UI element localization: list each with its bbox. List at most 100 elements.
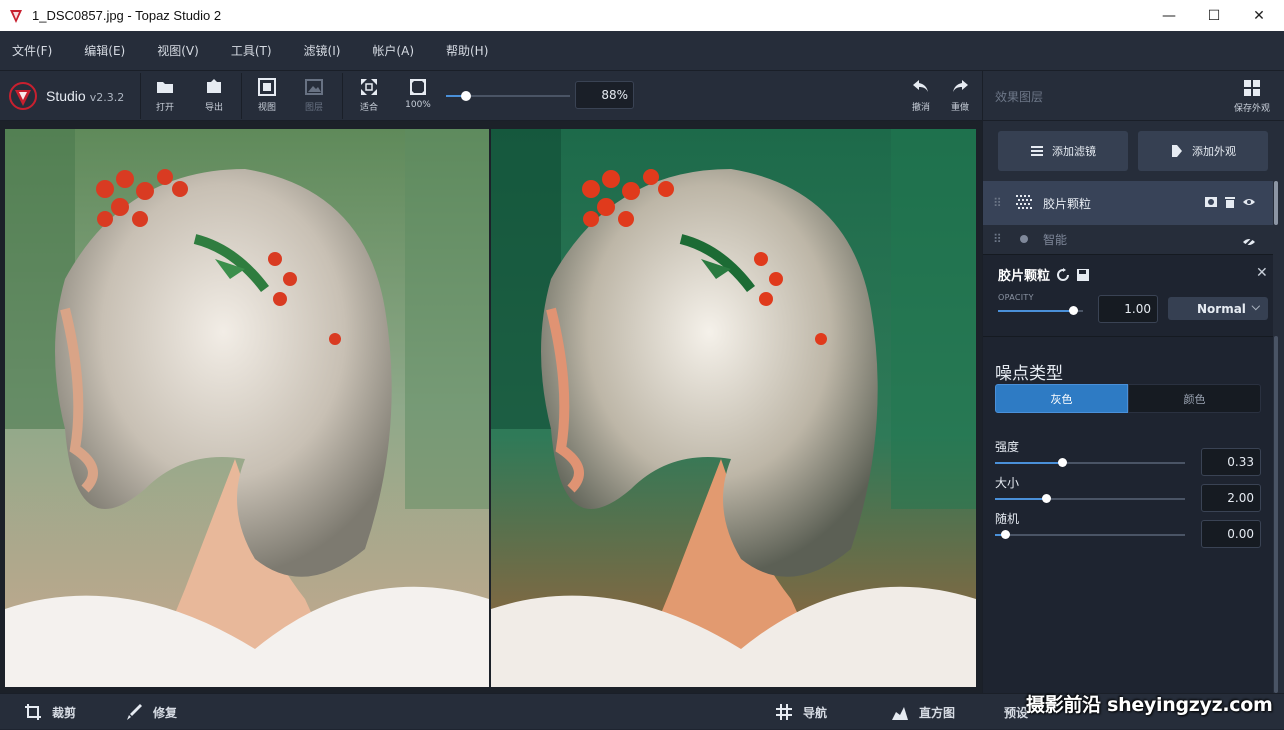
random-value-field[interactable]: 0.00 (1201, 520, 1261, 548)
redo-button[interactable]: 重做 (940, 77, 980, 113)
noise-type-title: 噪点类型 (995, 364, 1063, 384)
strength-slider-knob[interactable] (1058, 458, 1067, 467)
opacity-slider-fill (998, 310, 1073, 312)
blend-mode-select[interactable]: Normal ⌵ (1168, 297, 1268, 320)
folder-icon (157, 82, 173, 93)
opacity-label: OPACITY (998, 293, 1034, 302)
layer-item-second[interactable]: ⠿ 智能 (983, 225, 1273, 253)
portrait-photo-before (5, 129, 489, 687)
filter-title-label: 胶片颗粒 (998, 269, 1051, 284)
save-icon[interactable] (1076, 268, 1090, 282)
brand-name: Studio (46, 88, 86, 104)
title-bar: 1_DSC0857.jpg - Topaz Studio 2 — ☐ ✕ (0, 0, 1284, 31)
preset-button[interactable]: 预设 (1004, 694, 1028, 730)
drag-handle-icon[interactable]: ⠿ (993, 232, 1007, 246)
reset-icon[interactable] (1056, 267, 1070, 282)
zoom-value-field[interactable]: 88% (575, 81, 634, 109)
layer-icon (1020, 235, 1028, 243)
undo-button[interactable]: 撤消 (901, 77, 941, 113)
close-window-button[interactable]: ✕ (1236, 0, 1282, 31)
zoom-100-button[interactable]: 100% (398, 77, 438, 110)
brand: Studio v2.3.2 (8, 81, 124, 111)
export-button[interactable]: 导出 (194, 77, 234, 113)
add-filter-label: 添加滤镜 (1052, 145, 1096, 158)
menu-tools[interactable]: 工具(T) (231, 42, 272, 59)
redo-label: 重做 (950, 103, 969, 113)
fit-icon (361, 79, 377, 95)
undo-label: 撤消 (911, 103, 930, 113)
strength-label: 强度 (995, 440, 1020, 454)
watermark-text: 摄影前沿 sheyingzyz.com (1026, 694, 1273, 716)
crop-icon (25, 704, 41, 720)
export-icon (207, 79, 221, 93)
look-icon (1172, 145, 1182, 157)
mask-icon[interactable] (1204, 195, 1218, 209)
open-button[interactable]: 打开 (145, 77, 185, 113)
layers-scrollbar[interactable] (1274, 181, 1278, 225)
zoom-slider-knob[interactable] (461, 91, 471, 101)
toolbar-divider (140, 73, 141, 119)
navigator-button[interactable]: 导航 (775, 694, 827, 730)
minimize-button[interactable]: — (1146, 0, 1192, 31)
eye-icon[interactable] (1242, 195, 1256, 209)
histogram-button[interactable]: 直方图 (891, 694, 955, 730)
histogram-icon (892, 707, 908, 720)
menu-help[interactable]: 帮助(H) (446, 42, 488, 59)
menu-file[interactable]: 文件(F) (12, 42, 52, 59)
random-label: 随机 (995, 512, 1020, 526)
grain-icon (1016, 195, 1032, 209)
menu-view[interactable]: 视图(V) (157, 42, 199, 59)
blend-mode-value: Normal (1197, 301, 1246, 316)
effects-panel: 效果图层 保存外观 添加滤镜 添加外观 ⠿ 胶片颗粒 ⠿ 智能 胶片颗粒 ✕ O… (982, 71, 1284, 693)
chevron-down-icon: ⌵ (1251, 300, 1260, 313)
filter-scrollbar[interactable] (1274, 336, 1278, 693)
close-filter-button[interactable]: ✕ (1256, 265, 1268, 281)
add-look-button[interactable]: 添加外观 (1138, 131, 1268, 171)
view-button[interactable]: 视图 (247, 77, 287, 113)
opacity-value-field[interactable]: 1.00 (1098, 295, 1158, 323)
save-look-button[interactable]: 保存外观 (1229, 79, 1275, 114)
menu-account[interactable]: 帐户(A) (372, 42, 414, 59)
menu-bar: 文件(F) 编辑(E) 视图(V) 工具(T) 滤镜(I) 帐户(A) 帮助(H… (0, 31, 1284, 71)
effects-panel-title: 效果图层 (995, 90, 1044, 104)
toolbar-divider (241, 73, 242, 119)
crop-button[interactable]: 裁剪 (24, 694, 76, 730)
add-filter-button[interactable]: 添加滤镜 (998, 131, 1128, 171)
preset-label: 预设 (1004, 705, 1029, 720)
filter-title: 胶片颗粒 (998, 265, 1090, 284)
histogram-label: 直方图 (919, 705, 956, 720)
strength-slider-fill (995, 462, 1062, 464)
undo-icon (913, 80, 928, 92)
grid-icon (1244, 80, 1260, 96)
fit-button[interactable]: 适合 (349, 77, 389, 113)
version-label: v2.3.2 (89, 90, 125, 104)
noise-gray-toggle[interactable]: 灰色 (995, 384, 1128, 413)
compare-button[interactable]: 图层 (294, 77, 334, 113)
repair-button[interactable]: 修复 (125, 694, 177, 730)
random-slider-knob[interactable] (1001, 530, 1010, 539)
before-image (5, 129, 489, 687)
toolbar-divider (342, 73, 343, 119)
expand-icon (410, 79, 426, 95)
menu-filters[interactable]: 滤镜(I) (304, 42, 341, 59)
menu-edit[interactable]: 编辑(E) (84, 42, 125, 59)
portrait-photo-after (491, 129, 976, 687)
strength-value-field[interactable]: 0.33 (1201, 448, 1261, 476)
maximize-button[interactable]: ☐ (1191, 0, 1237, 31)
add-look-label: 添加外观 (1192, 145, 1236, 158)
eye-off-icon[interactable] (1242, 235, 1256, 249)
after-image (491, 129, 976, 687)
layer-name: 胶片颗粒 (1043, 196, 1092, 211)
image-canvas[interactable] (0, 121, 982, 693)
open-label: 打开 (155, 103, 174, 113)
opacity-slider-knob[interactable] (1069, 306, 1078, 315)
layer-name: 智能 (1043, 232, 1068, 247)
noise-color-toggle[interactable]: 颜色 (1128, 384, 1261, 413)
random-slider-track[interactable] (995, 534, 1185, 536)
trash-icon[interactable] (1223, 195, 1237, 209)
drag-handle-icon[interactable]: ⠿ (993, 196, 1007, 210)
divider (983, 336, 1273, 337)
layer-item-film-grain[interactable]: ⠿ 胶片颗粒 (983, 181, 1273, 225)
size-value-field[interactable]: 2.00 (1201, 484, 1261, 512)
size-slider-knob[interactable] (1042, 494, 1051, 503)
